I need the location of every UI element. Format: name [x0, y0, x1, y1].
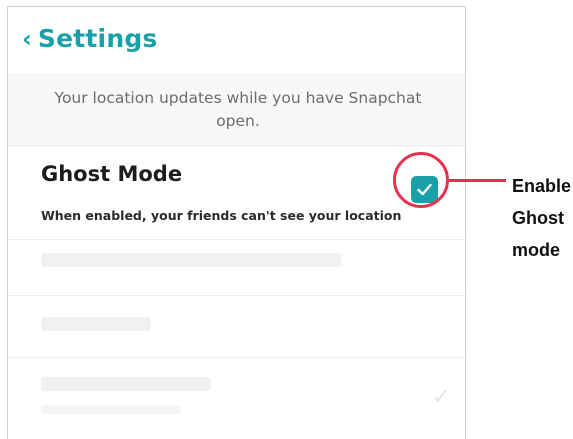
page-title: Settings [37, 24, 158, 53]
ghost-mode-title: Ghost Mode [41, 162, 183, 186]
callout-line: mode [512, 240, 561, 260]
faded-row-sublabel [41, 405, 181, 414]
faded-row-label [41, 253, 341, 267]
settings-header[interactable]: ‹ Settings [22, 24, 158, 53]
chevron-left-icon[interactable]: ‹ [22, 27, 32, 51]
callout-pointer-line [449, 179, 506, 182]
faded-row-label [41, 377, 211, 391]
ghost-mode-description: When enabled, your friends can't see you… [41, 208, 402, 223]
callout-line: Ghost [512, 208, 564, 228]
faded-row-label [41, 317, 151, 331]
phone-screen: ‹ Settings Your location updates while y… [7, 6, 466, 439]
location-note: Your location updates while you have Sna… [54, 89, 422, 130]
divider [8, 357, 465, 358]
divider [8, 239, 465, 240]
divider [8, 145, 465, 146]
callout-label: Enable Ghost mode [512, 170, 572, 266]
screenshot-stage: ‹ Settings Your location updates while y… [0, 0, 573, 439]
highlight-ring [393, 152, 449, 208]
divider [8, 295, 465, 296]
callout-line: Enable [512, 176, 572, 196]
faded-checkmark-icon: ✓ [432, 385, 451, 410]
